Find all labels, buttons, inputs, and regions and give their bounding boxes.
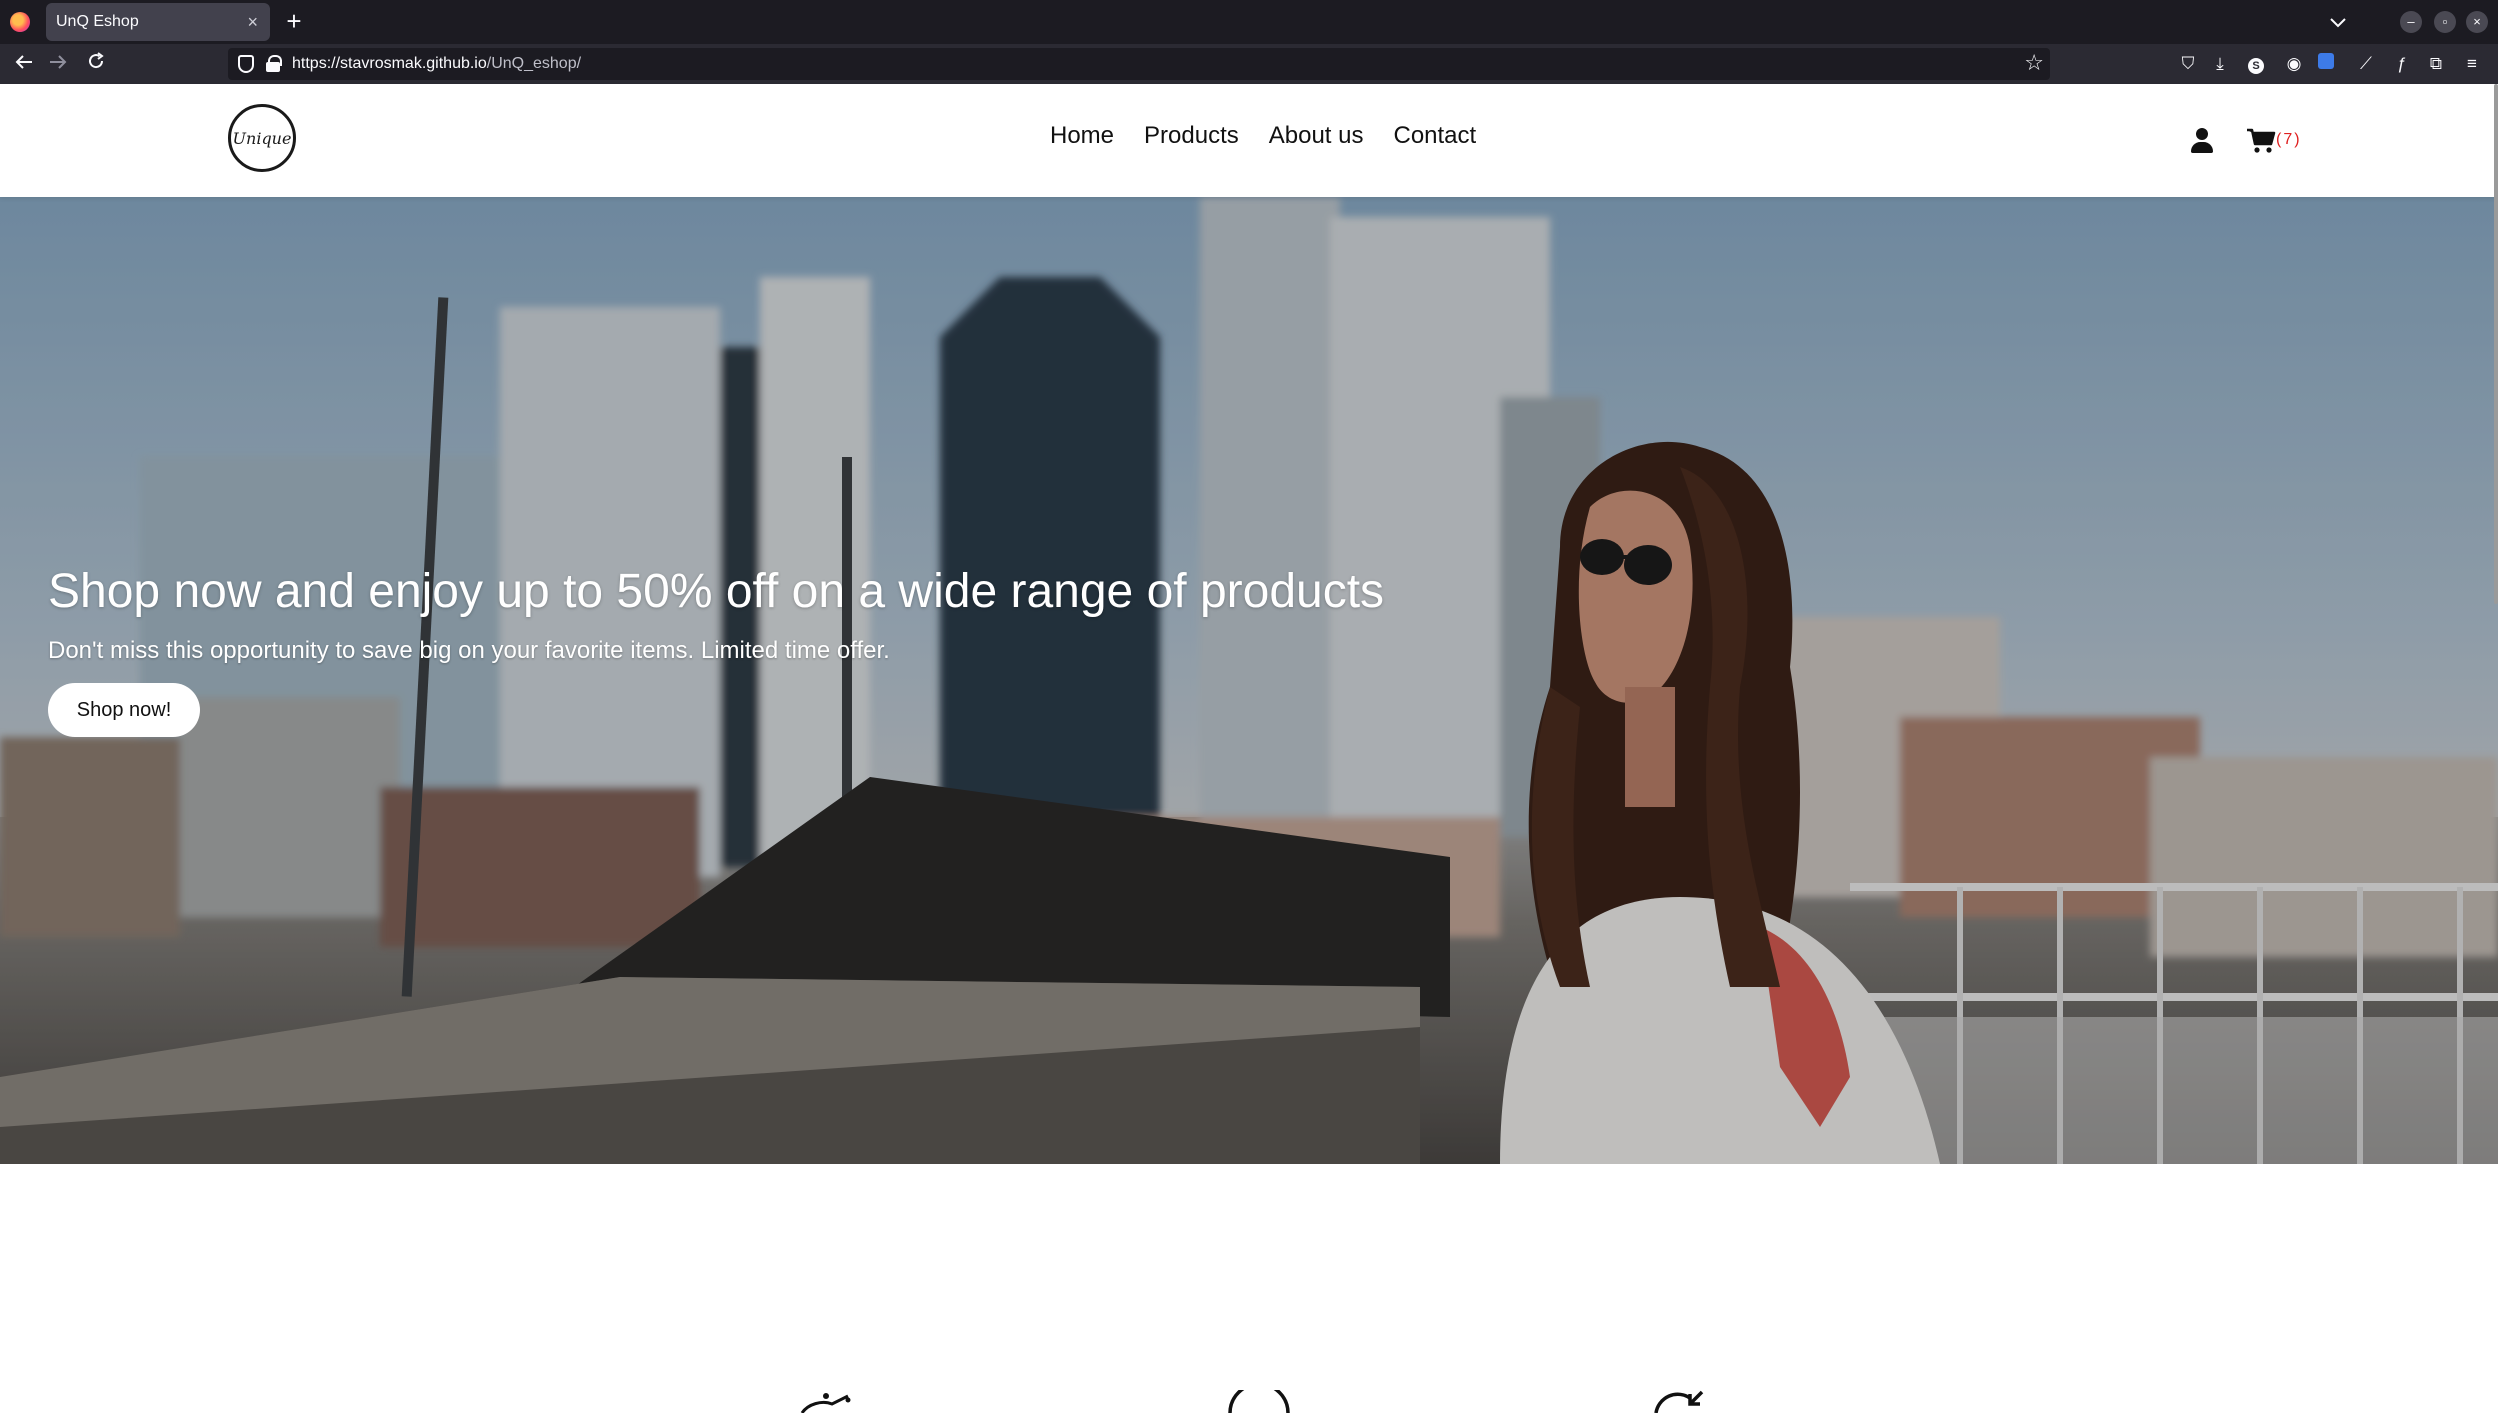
back-arrow-icon[interactable] bbox=[10, 50, 38, 78]
hero-subtitle: Don't miss this opportunity to save big … bbox=[48, 637, 890, 664]
shop-now-button[interactable]: Shop now! bbox=[48, 683, 200, 737]
url-path: /UnQ_eshop/ bbox=[486, 55, 582, 72]
return-arrows-icon bbox=[1654, 1390, 1704, 1413]
close-window-button[interactable]: × bbox=[2466, 11, 2488, 33]
translate-extension-icon[interactable] bbox=[2314, 52, 2338, 76]
lock-icon[interactable] bbox=[266, 55, 282, 72]
browser-tab-strip: UnQ Eshop × + – ▫ × bbox=[0, 0, 2498, 44]
privacy-badger-icon[interactable]: ◉ bbox=[2282, 52, 2306, 76]
brand-logo[interactable]: Unique bbox=[228, 104, 296, 172]
tab-title: UnQ Eshop bbox=[56, 13, 139, 30]
main-navigation: Home Products About us Contact bbox=[1050, 122, 1476, 150]
extensions-puzzle-icon[interactable]: ⧉ bbox=[2424, 52, 2448, 76]
cart-count-badge[interactable]: (7) bbox=[2276, 131, 2302, 149]
nav-contact-link[interactable]: Contact bbox=[1393, 122, 1476, 150]
pen-extension-icon[interactable]: ⟋ bbox=[2354, 52, 2378, 76]
url-text[interactable]: https://stavrosmak.github.io/UnQ_eshop/ bbox=[292, 55, 581, 73]
browser-toolbar: https://stavrosmak.github.io/UnQ_eshop/ … bbox=[0, 44, 2498, 84]
delivery-truck-icon bbox=[800, 1393, 851, 1413]
shopping-cart-icon[interactable] bbox=[2246, 128, 2276, 154]
features-section bbox=[0, 1164, 2498, 1413]
nav-about-link[interactable]: About us bbox=[1269, 122, 1364, 150]
new-tab-button[interactable]: + bbox=[278, 6, 310, 38]
user-icon-head bbox=[2196, 128, 2208, 140]
browser-tab[interactable]: UnQ Eshop × bbox=[46, 3, 270, 41]
extension-s-icon[interactable]: S bbox=[2244, 52, 2268, 76]
list-all-tabs-chevron-icon[interactable] bbox=[2324, 8, 2352, 36]
forward-arrow-icon[interactable] bbox=[44, 50, 72, 78]
reload-icon[interactable] bbox=[82, 50, 110, 78]
script-extension-icon[interactable]: ƒ bbox=[2390, 52, 2414, 76]
hamburger-menu-icon[interactable]: ≡ bbox=[2460, 52, 2484, 76]
close-tab-icon[interactable]: × bbox=[247, 12, 258, 33]
firefox-logo-icon bbox=[10, 12, 30, 32]
url-host: https://stavrosmak.github.io bbox=[292, 55, 487, 72]
hero-banner: Shop now and enjoy up to 50% off on a wi… bbox=[0, 197, 2498, 1164]
tracking-protection-shield-icon[interactable] bbox=[238, 55, 254, 73]
bookmark-star-icon[interactable]: ☆ bbox=[2024, 50, 2044, 76]
address-bar[interactable]: https://stavrosmak.github.io/UnQ_eshop/ … bbox=[228, 48, 2050, 80]
site-header: Unique Home Products About us Contact (7… bbox=[0, 84, 2498, 197]
page-scrollbar[interactable] bbox=[2494, 84, 2498, 604]
hero-title: Shop now and enjoy up to 50% off on a wi… bbox=[48, 565, 1385, 618]
support-headset-icon bbox=[1228, 1390, 1290, 1413]
downloads-icon[interactable]: ⤓ bbox=[2208, 52, 2232, 76]
hero-overlay bbox=[0, 197, 2498, 1164]
user-icon-body bbox=[2191, 142, 2213, 153]
restore-window-button[interactable]: ▫ bbox=[2434, 11, 2456, 33]
user-account-icon[interactable] bbox=[2190, 128, 2214, 154]
nav-products-link[interactable]: Products bbox=[1144, 122, 1239, 150]
pocket-icon[interactable]: ⛉ bbox=[2176, 52, 2200, 76]
minimize-window-button[interactable]: – bbox=[2400, 11, 2422, 33]
nav-home-link[interactable]: Home bbox=[1050, 122, 1114, 150]
